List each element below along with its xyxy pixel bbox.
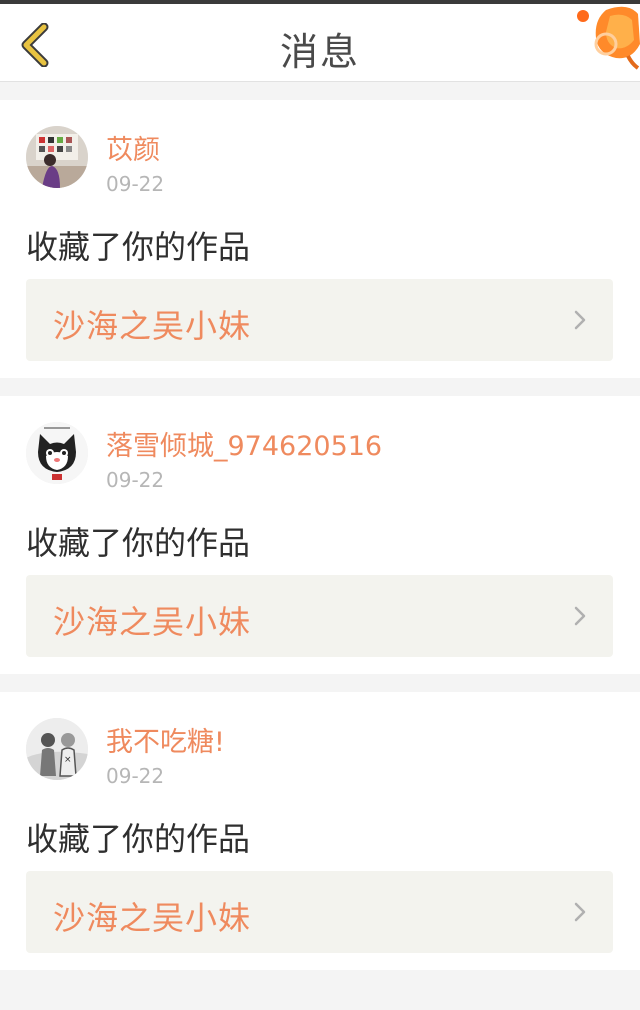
message-time: 09-22: [106, 172, 165, 196]
message-card: 苡颜 09-22 收藏了你的作品 沙海之吴小妹: [0, 100, 640, 378]
work-link[interactable]: 沙海之吴小妹: [26, 279, 613, 361]
message-card: 落雪倾城_974620516 09-22 收藏了你的作品 沙海之吴小妹: [0, 396, 640, 674]
chevron-right-icon: [574, 902, 586, 922]
action-text: 收藏了你的作品: [26, 524, 251, 562]
page-title: 消息: [279, 30, 360, 74]
avatar-photo-icon: [26, 126, 88, 188]
avatar[interactable]: [26, 126, 88, 188]
action-text: 收藏了你的作品: [26, 820, 251, 858]
action-text: 收藏了你的作品: [26, 228, 251, 266]
svg-text:×: ×: [64, 755, 72, 765]
avatar[interactable]: ×: [26, 718, 88, 780]
top-bar: 消息: [0, 4, 640, 82]
message-time: 09-22: [106, 764, 165, 788]
balloon-lantern-icon: [577, 6, 640, 70]
message-list: 苡颜 09-22 收藏了你的作品 沙海之吴小妹 落雪倾城_974620516 0…: [0, 82, 640, 970]
work-title: 沙海之吴小妹: [53, 899, 252, 937]
message-time: 09-22: [106, 468, 165, 492]
chevron-right-icon: [574, 606, 586, 626]
user-name[interactable]: 苡颜: [106, 128, 160, 167]
work-link[interactable]: 沙海之吴小妹: [26, 871, 613, 953]
chevron-right-icon: [574, 310, 586, 330]
work-title: 沙海之吴小妹: [53, 603, 252, 641]
avatar-sketch-icon: ×: [26, 718, 88, 780]
user-name[interactable]: 落雪倾城_974620516: [106, 424, 382, 463]
avatar-cat-icon: [26, 422, 88, 484]
work-title: 沙海之吴小妹: [53, 307, 252, 345]
message-card: × 我不吃糖! 09-22 收藏了你的作品 沙海之吴小妹: [0, 692, 640, 970]
user-name[interactable]: 我不吃糖!: [106, 720, 225, 759]
avatar[interactable]: [26, 422, 88, 484]
work-link[interactable]: 沙海之吴小妹: [26, 575, 613, 657]
